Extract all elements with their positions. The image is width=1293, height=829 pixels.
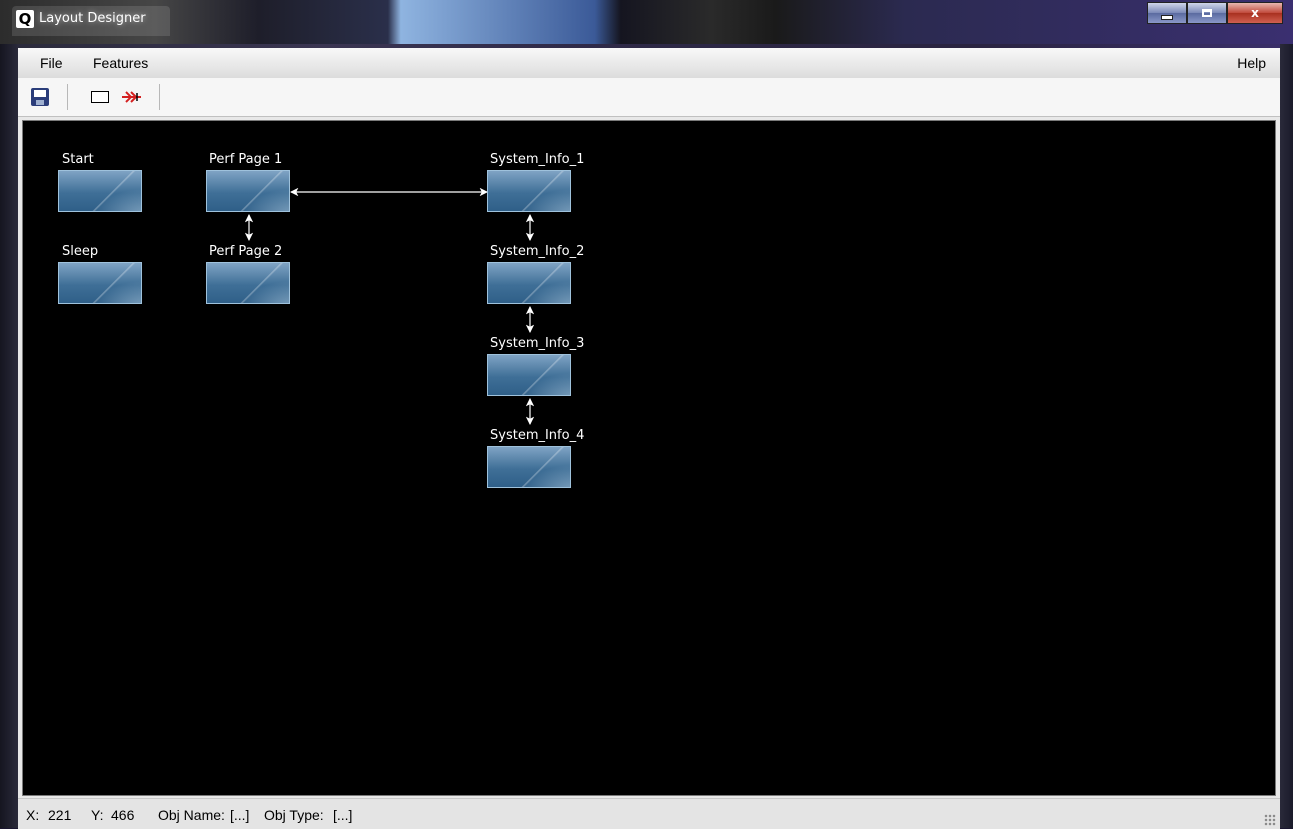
status-bar: X: 221 Y: 466 Obj Name: [...] Obj Type: … [18,798,1280,829]
menu-help[interactable]: Help [1237,55,1266,71]
status-x-value: 221 [48,807,72,823]
app-window: Q Layout Designer x File Features Help S… [0,0,1293,829]
rectangle-icon [91,91,109,103]
status-obj-type-value: [...] [333,807,353,823]
status-obj-name-value: [...] [230,807,250,823]
layout-canvas[interactable]: Start Sleep Perf Page 1 Perf Page 2 Syst… [22,120,1276,796]
menu-file[interactable]: File [40,55,63,71]
node-label-perf-page-1: Perf Page 1 [209,152,283,167]
minimize-button[interactable] [1147,2,1187,24]
status-y-label: Y: [91,807,104,823]
node-system-info-3[interactable] [487,354,571,396]
connector-arrow-icon [122,91,141,103]
save-button[interactable] [28,86,52,108]
status-obj-type-label: Obj Type: [264,807,324,823]
node-label-system-info-2: System_Info_2 [490,244,585,259]
node-perf-page-1[interactable] [206,170,290,212]
save-icon [31,88,49,106]
menu-bar: File Features Help [18,48,1280,78]
add-rectangle-button[interactable] [88,86,112,108]
maximize-icon [1202,9,1212,17]
connector-layer [244,187,535,426]
window-title: Layout Designer [39,11,146,26]
status-obj-name-label: Obj Name: [158,807,225,823]
node-label-perf-page-2: Perf Page 2 [209,244,283,259]
resize-grip-icon[interactable] [1264,814,1276,826]
node-system-info-4[interactable] [487,446,571,488]
node-system-info-1[interactable] [487,170,571,212]
title-bar[interactable]: Q Layout Designer x [0,0,1293,44]
maximize-button[interactable] [1187,2,1227,24]
window-controls: x [1147,2,1283,26]
close-button[interactable]: x [1227,2,1283,24]
minimize-icon [1161,14,1173,20]
node-perf-page-2[interactable] [206,262,290,304]
close-icon: x [1251,6,1259,20]
toolbar [18,78,1280,117]
window-right-frame [1280,44,1293,828]
client-area: File Features Help Start Sleep Perf Page… [18,48,1280,829]
toolbar-separator [67,84,68,110]
node-sleep[interactable] [58,262,142,304]
node-label-sleep: Sleep [62,244,99,259]
status-x-label: X: [26,807,40,823]
window-left-frame [0,44,18,828]
toolbar-separator [159,84,160,110]
node-label-system-info-1: System_Info_1 [490,152,585,167]
node-system-info-2[interactable] [487,262,571,304]
menu-features[interactable]: Features [93,55,148,71]
status-y-value: 466 [111,807,135,823]
app-logo-icon: Q [16,10,34,28]
add-connector-button[interactable] [120,86,144,108]
node-label-start: Start [62,152,94,167]
node-label-system-info-4: System_Info_4 [490,428,585,443]
node-start[interactable] [58,170,142,212]
node-label-system-info-3: System_Info_3 [490,336,585,351]
